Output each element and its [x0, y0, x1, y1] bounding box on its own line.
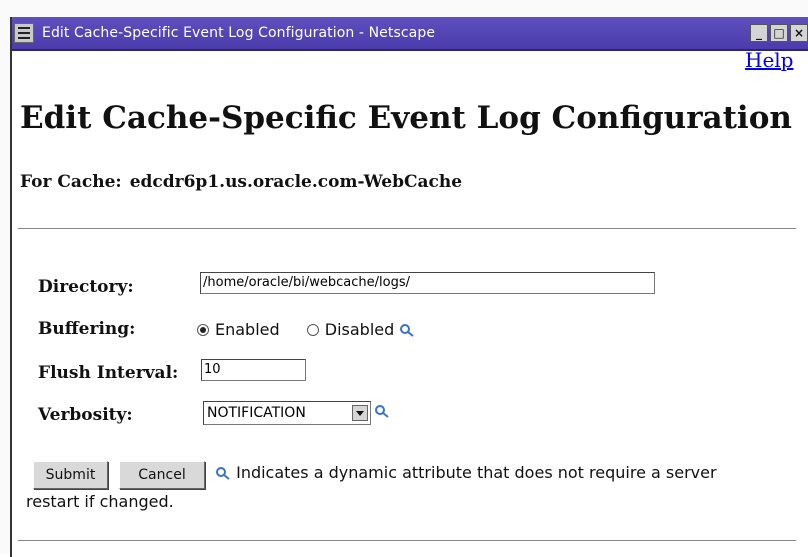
minimize-button[interactable]: _ — [750, 24, 768, 42]
verbosity-label: Verbosity: — [38, 405, 133, 425]
submit-button[interactable]: Submit — [33, 461, 108, 489]
page-title: Edit Cache-Specific Event Log Configurat… — [20, 100, 792, 136]
cancel-button[interactable]: Cancel — [119, 461, 205, 489]
bottom-divider — [18, 540, 796, 541]
close-button[interactable]: × — [790, 24, 808, 42]
note-text-line2: restart if changed. — [26, 492, 174, 511]
dynamic-attribute-icon — [400, 323, 414, 337]
dynamic-attribute-icon — [216, 466, 230, 480]
radio-disabled-label: Disabled — [324, 320, 395, 339]
buffering-label: Buffering: — [38, 319, 136, 339]
cache-info: For Cache: edcdr6p1.us.oracle.com-WebCach… — [20, 172, 462, 192]
window-menu-icon[interactable] — [14, 23, 34, 43]
radio-disabled[interactable] — [306, 324, 319, 336]
radio-enabled-label: Enabled — [215, 320, 280, 339]
flush-interval-label: Flush Interval: — [38, 363, 179, 383]
dynamic-attribute-note: Indicates a dynamic attribute that does … — [215, 463, 717, 482]
note-text-line1: Indicates a dynamic attribute that does … — [236, 463, 717, 482]
buffering-radio-group: Enabled Disabled — [197, 320, 415, 339]
verbosity-selected-value: NOTIFICATION — [207, 405, 306, 421]
dropdown-arrow-icon[interactable] — [352, 405, 368, 421]
radio-enabled[interactable] — [197, 324, 209, 336]
title-bar[interactable]: Edit Cache-Specific Event Log Configurat… — [12, 17, 808, 51]
directory-label: Directory: — [38, 277, 134, 297]
buffering-enabled-option[interactable]: Enabled — [197, 320, 280, 339]
cache-name: edcdr6p1.us.oracle.com-WebCache — [129, 172, 463, 192]
dynamic-attribute-icon — [375, 405, 389, 418]
verbosity-select[interactable]: NOTIFICATION — [203, 401, 371, 425]
top-divider — [18, 228, 796, 230]
maximize-button[interactable]: □ — [770, 24, 788, 42]
help-link[interactable]: Help — [745, 48, 793, 72]
window-title: Edit Cache-Specific Event Log Configurat… — [42, 25, 436, 41]
directory-input[interactable]: /home/oracle/bi/webcache/logs/ — [200, 272, 655, 294]
cache-label: For Cache: — [20, 172, 122, 192]
flush-interval-input[interactable]: 10 — [201, 359, 306, 381]
buffering-disabled-option[interactable]: Disabled — [306, 320, 395, 339]
